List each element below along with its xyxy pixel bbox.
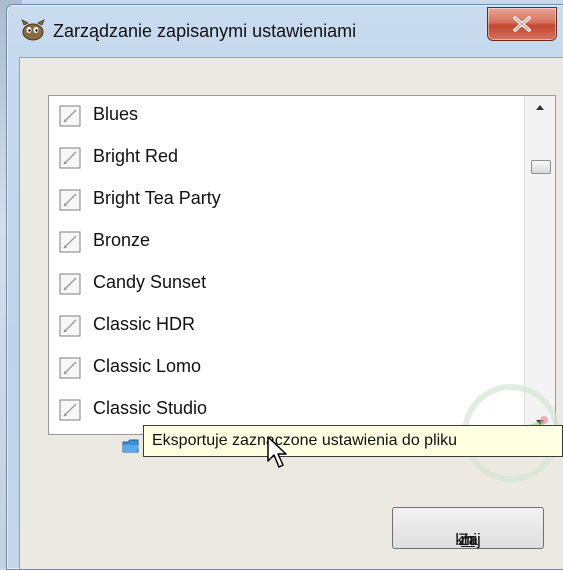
list-item[interactable]: Bright Red (49, 138, 525, 178)
preset-label: Candy Sunset (93, 272, 207, 292)
preset-label: Blues (93, 104, 139, 124)
preset-label: Classic HDR (93, 314, 196, 334)
window-title: Zarządzanie zapisanymi ustawieniami (53, 21, 357, 41)
close-icon (513, 16, 531, 32)
tooltip-text: Eksportuje zaznaczone ustawienia do plik… (152, 432, 458, 449)
preset-icon (59, 315, 81, 337)
dialog-content: Blues Bright Red Bright Tea Party Bronze… (19, 57, 563, 569)
preset-icon (59, 357, 81, 379)
close-dialog-button[interactable]: Za m knij (392, 507, 544, 549)
preset-label: Bright Red (93, 146, 179, 166)
preset-icon (59, 273, 81, 295)
gimp-icon (21, 19, 45, 41)
dialog-window: Zarządzanie zapisanymi ustawieniami Blue… (6, 4, 563, 570)
list-item[interactable]: Bronze (49, 222, 525, 262)
scroll-thumb[interactable] (531, 160, 551, 174)
preset-label: Classic Studio (93, 398, 208, 418)
preset-icon (59, 189, 81, 211)
list-item[interactable]: Blues (49, 96, 525, 136)
preset-label: Bronze (93, 230, 151, 250)
tooltip: Eksportuje zaznaczone ustawienia do plik… (143, 425, 563, 457)
list-item[interactable]: Bright Tea Party (49, 180, 525, 220)
folder-icon[interactable] (122, 438, 140, 454)
preset-icon (59, 105, 81, 127)
mouse-cursor-icon (267, 436, 287, 468)
list-item[interactable]: Classic Lomo (49, 348, 525, 388)
window-close-button[interactable] (487, 7, 557, 41)
preset-icon (59, 399, 81, 421)
preset-label: Bright Tea Party (93, 188, 221, 208)
list-item[interactable]: Candy Sunset (49, 264, 525, 304)
preset-label: Classic Lomo (93, 356, 202, 376)
preset-icon (59, 147, 81, 169)
scroll-up-icon[interactable] (525, 96, 555, 118)
title-bar[interactable]: Zarządzanie zapisanymi ustawieniami (7, 5, 563, 45)
list-item[interactable]: Classic Studio (49, 390, 525, 430)
list-item[interactable]: Classic HDR (49, 306, 525, 346)
preset-icon (59, 231, 81, 253)
